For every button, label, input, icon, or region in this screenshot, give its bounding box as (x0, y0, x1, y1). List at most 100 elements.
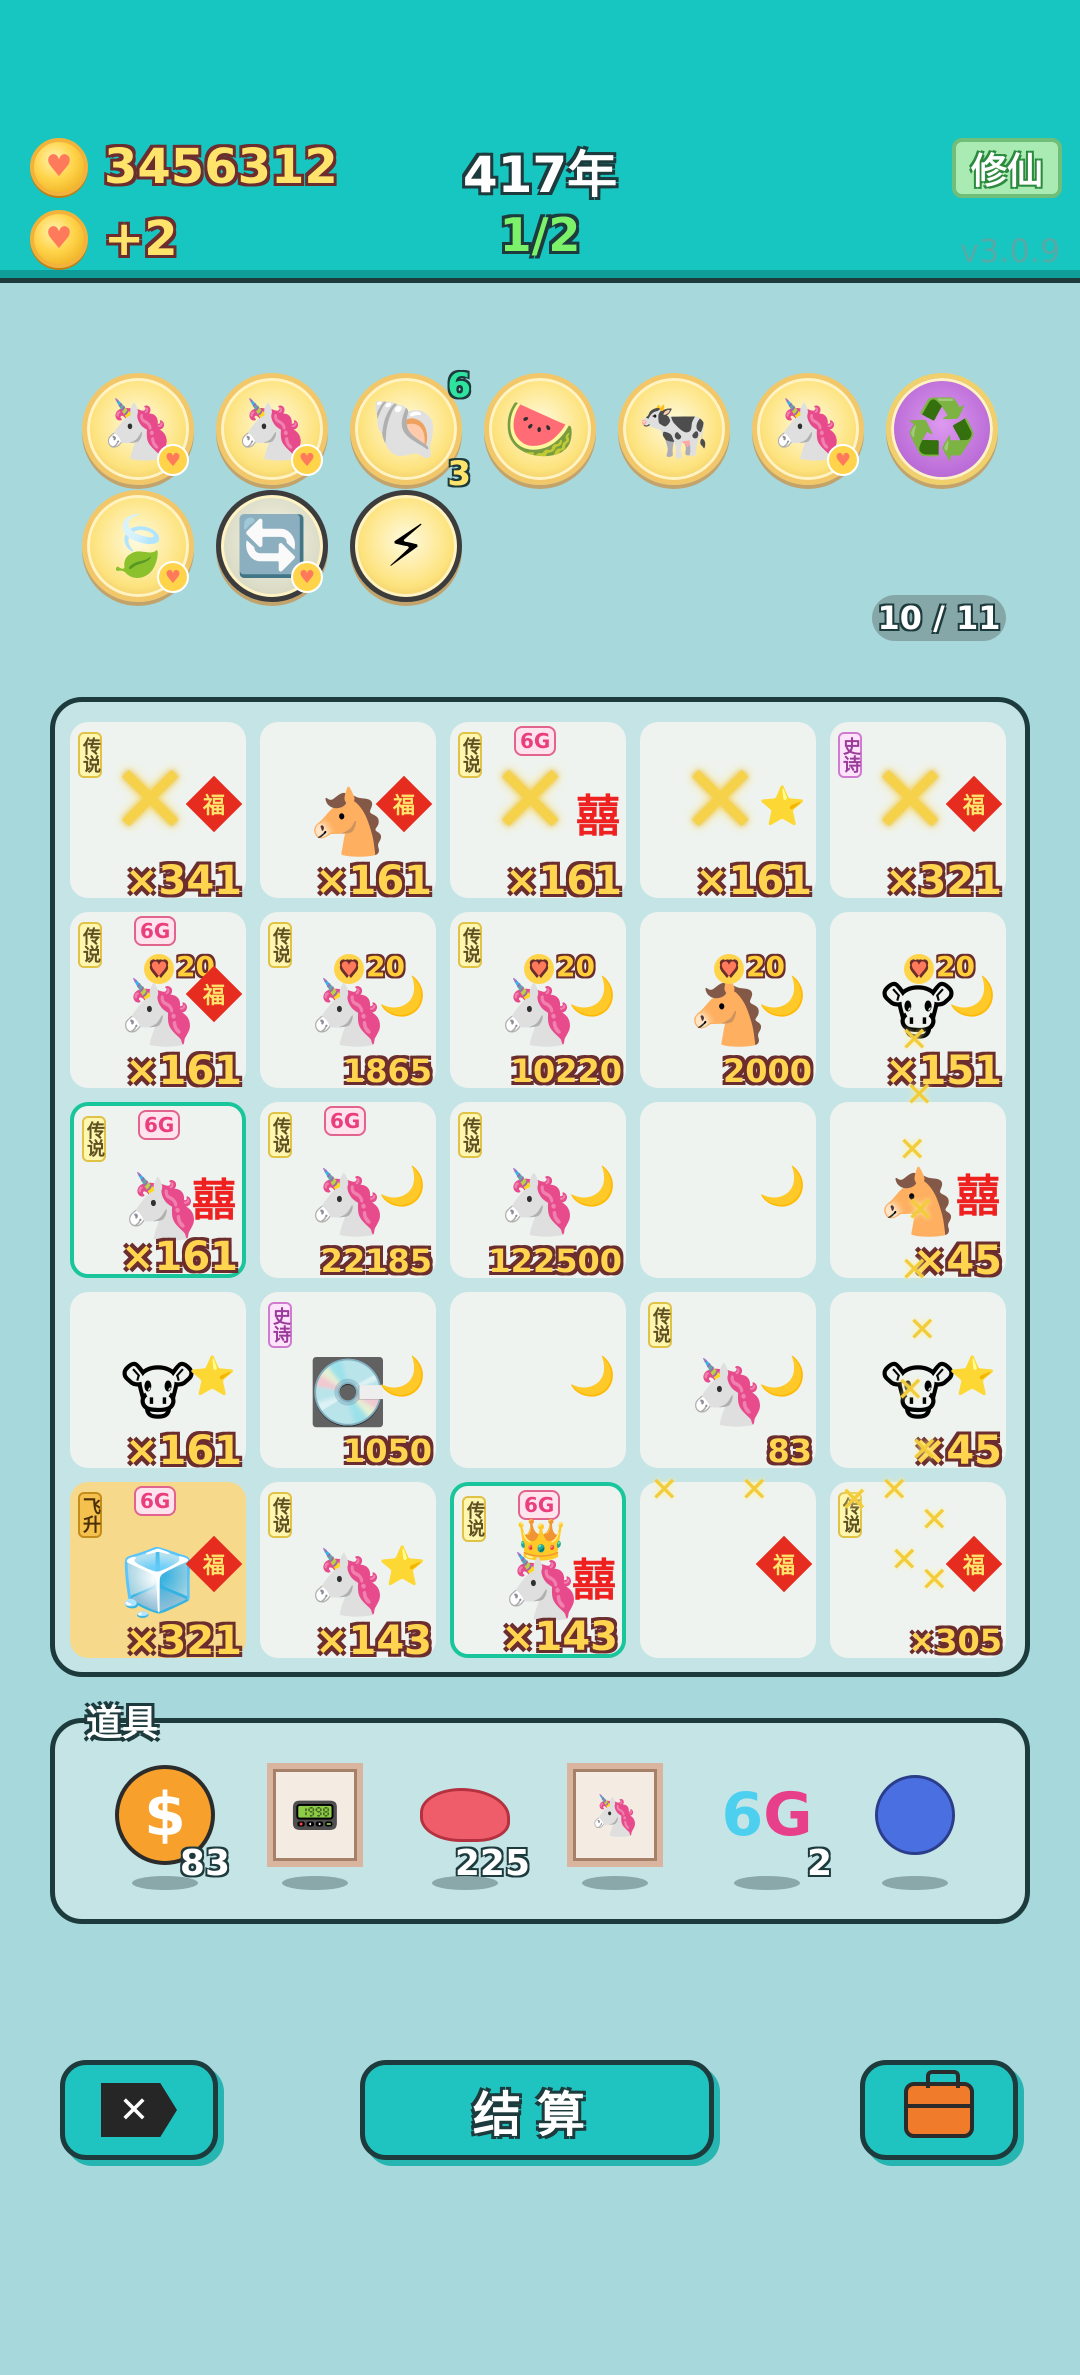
board-cell[interactable]: 传说 🦄 🌙 83 (640, 1292, 816, 1470)
double-happiness-icon: 囍 (576, 791, 620, 842)
net-6g-tag: 6G (134, 1486, 177, 1516)
shell-top-count: 6 (447, 366, 471, 406)
double-happiness-icon: 囍 (572, 1555, 616, 1606)
board-cell[interactable]: 传说 🦄 🌙 122500 (450, 1102, 626, 1280)
unicorn-icon: 🦄 (308, 1546, 388, 1620)
tool-shadow (734, 1876, 800, 1890)
cell-count: 2000 (722, 1052, 812, 1090)
recycle-badge[interactable]: ♻️ (886, 373, 998, 485)
board-cell[interactable]: 🐮 ⭐ ×161 (70, 1292, 246, 1474)
shell-badge[interactable]: 🐚 6 3 (350, 366, 471, 494)
board-cell[interactable]: ⭐ ✕ ×161 (640, 722, 816, 904)
fruit-basket-badge[interactable]: 🍉 (484, 373, 596, 485)
epic-tag: 史诗 (838, 732, 862, 778)
liver-icon (420, 1788, 510, 1842)
star-icon: ⭐ (378, 1544, 426, 1588)
cell-count: ×161 (694, 858, 812, 904)
blueberry-icon (875, 1775, 955, 1855)
star-icon: ⭐ (948, 1354, 996, 1398)
fridge-icon: 🧊 (118, 1546, 198, 1620)
lightning-badge[interactable]: ⚡ (350, 490, 462, 602)
legend-tag: 传说 (458, 922, 482, 968)
board-cell[interactable]: 🌙 (450, 1292, 626, 1468)
coin-balance: ♥ 3456312 (30, 138, 338, 196)
board-cell[interactable]: 传说 6G 🦄 🌙 22185 (260, 1102, 436, 1280)
cell-count: ×305 (908, 1622, 1002, 1660)
board-cell[interactable]: 传说 🦄 ⭐ ×143 (260, 1482, 436, 1664)
unicorn-icon: 🦄 (122, 1170, 202, 1244)
sparkle-icon: ✕ (908, 1310, 937, 1350)
sparkle-icon: ✕ (898, 1130, 927, 1170)
sparkle-icon: ✕ (890, 1540, 919, 1580)
board-cell[interactable]: 🐴 福 ×161 (260, 722, 436, 904)
coin-rate-value: +2 (104, 211, 178, 267)
board-cell[interactable]: 传说 6G 🦄 20 福 ×161 (70, 912, 246, 1094)
tool-6g[interactable]: 6G 2 (712, 1760, 832, 1890)
board-cell[interactable]: 传说 福 ✕ ×341 (70, 722, 246, 904)
tool-blueberry[interactable] (860, 1760, 970, 1890)
tool-qty: 2 (806, 1843, 832, 1884)
board-cell[interactable]: 传说 6G 囍 ✕ ×161 (450, 722, 626, 904)
cell-count: ×341 (124, 858, 242, 904)
tool-painting-unicorn[interactable]: 🦄 (560, 1760, 670, 1890)
board-cell[interactable]: 史诗 福 ✕ ×321 (830, 722, 1006, 904)
game-board: 传说 福 ✕ ×341 🐴 福 ×161 传说 6G 囍 ✕ ×161 ⭐ ✕ … (50, 697, 1030, 1677)
sparkle-cross-icon: ✕ (680, 744, 761, 856)
cell-count: ×143 (500, 1614, 618, 1660)
tool-coin[interactable]: $ 83 (110, 1760, 230, 1890)
cell-count: ×161 (314, 858, 432, 904)
cell-count: 1865 (342, 1052, 432, 1090)
sparkle-icon: ✕ (840, 1480, 869, 1520)
fu-charm-icon: 福 (945, 1535, 1003, 1593)
inventory-button[interactable] (860, 2060, 1018, 2160)
tool-shadow (882, 1876, 948, 1890)
board-cell[interactable]: 飞升 6G 🧊 福 ×321 (70, 1482, 246, 1664)
tool-liver[interactable]: 225 (410, 1760, 530, 1890)
fu-charm-icon: 福 (185, 775, 243, 833)
unicorn-badge[interactable]: 🦄 ♥ (752, 373, 864, 485)
board-cell[interactable]: 传说 6G 👑 🦄 囍 ×143 (450, 1482, 626, 1660)
board-cell[interactable]: 🌙 (640, 1102, 816, 1278)
settle-button[interactable]: 结算 (360, 2060, 714, 2160)
cultivation-button[interactable]: 修仙 (952, 138, 1062, 198)
board-cell[interactable]: 传说 🦄 20 🌙 10220 (450, 912, 626, 1090)
sparkle-icon: ✕ (900, 1250, 929, 1290)
version-label: v3.0.9 (960, 232, 1061, 270)
moon-icon: 🌙 (568, 1164, 616, 1208)
heart-icon: ♥ (157, 444, 189, 476)
sparkle-icon: ✕ (900, 1020, 929, 1060)
unicorn-painting-icon: 🦄 (567, 1763, 663, 1867)
board-cell[interactable]: 传说 6G 🦄 囍 ×161 (70, 1102, 246, 1280)
cow-pair-badge[interactable]: 🐄 (618, 373, 730, 485)
top-bar: ♥ 3456312 ♥ +2 417年 1/2 修仙 v3.0.9 (0, 0, 1080, 283)
cell-count: ×321 (124, 1618, 242, 1664)
board-cell[interactable]: 🐮 20 🌙 ×151 (830, 912, 1006, 1094)
unicorn-icon: 🦄 (502, 1550, 582, 1624)
moon-icon: 🌙 (948, 974, 996, 1018)
legend-tag: 传说 (268, 1492, 292, 1538)
legend-tag: 传说 (648, 1302, 672, 1348)
sparkle-icon: ✕ (896, 1370, 925, 1410)
moon-icon: 🌙 (758, 1354, 806, 1398)
legend-tag: 传说 (268, 922, 292, 968)
sparkle-icon: ✕ (906, 1190, 935, 1230)
exit-button[interactable]: ✕ (60, 2060, 218, 2160)
heart-coin-icon: ♥ (30, 138, 88, 196)
sparkle-icon: ✕ (920, 1500, 949, 1540)
sparkle-icon: ✕ (920, 1560, 949, 1600)
unicorn-badge[interactable]: 🦄 ♥ (82, 373, 194, 485)
leaf-badge[interactable]: 🍃 ♥ (82, 490, 194, 602)
cell-count: 83 (767, 1432, 812, 1470)
unicorn-badge[interactable]: 🦄 ♥ (216, 373, 328, 485)
sparkle-cross-icon: ✕ (870, 744, 951, 856)
tool-shadow (582, 1876, 648, 1890)
tool-painting-remote[interactable]: 📟 (260, 1760, 370, 1890)
moon-icon: 🌙 (378, 1354, 426, 1398)
refresh-badge[interactable]: 🔄 ♥ (216, 490, 328, 602)
board-cell[interactable]: 🐴 20 🌙 2000 (640, 912, 816, 1090)
board-cell[interactable]: 史诗 💽 🌙 1050 (260, 1292, 436, 1470)
heart-icon: ♥ (291, 444, 323, 476)
net-6g-tag: 6G (134, 916, 177, 946)
board-cell[interactable]: 传说 🦄 20 🌙 1865 (260, 912, 436, 1090)
net-6g-tag: 6G (138, 1110, 181, 1140)
